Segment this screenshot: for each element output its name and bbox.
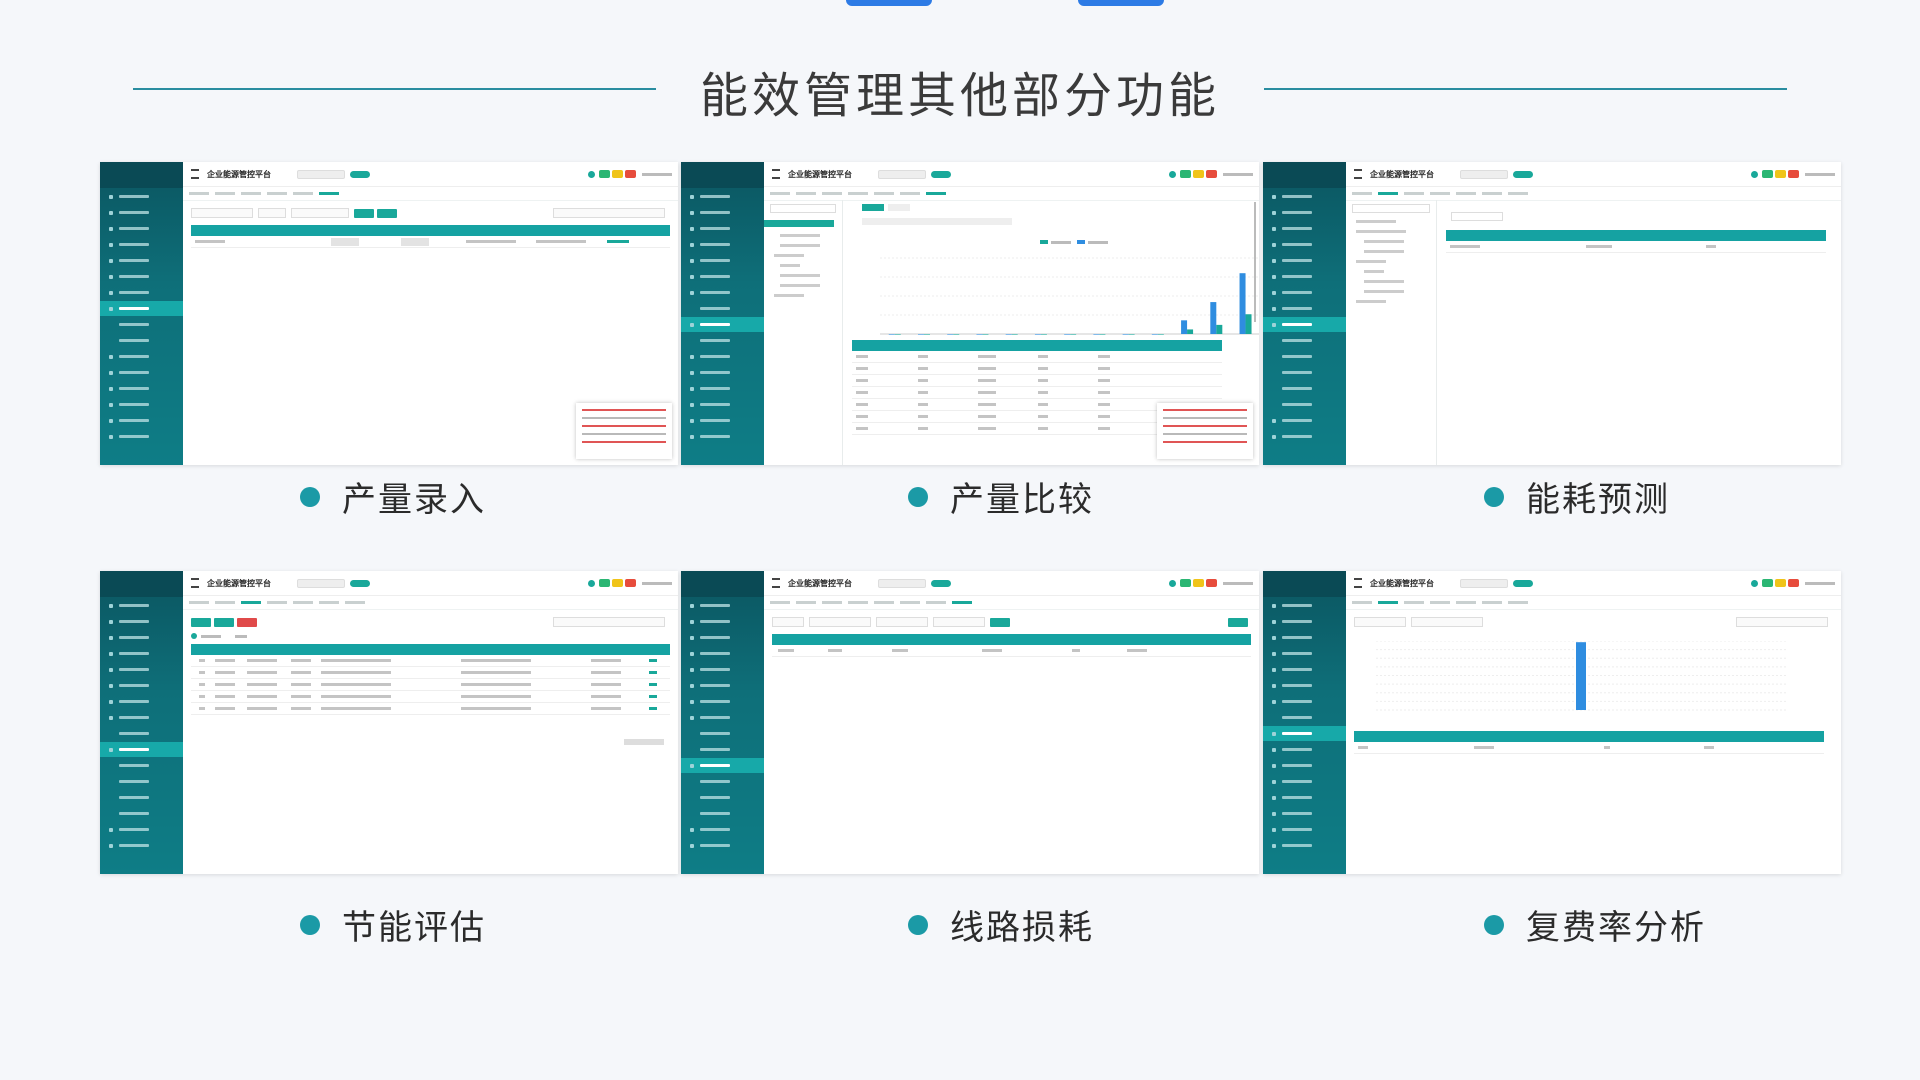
- sidebar: [1263, 162, 1346, 465]
- bullet-icon: [1484, 486, 1504, 507]
- app-title: 企业能源管控平台: [1370, 169, 1434, 179]
- screenshot-production-comparison: 企业能源管控平台: [681, 162, 1259, 465]
- screenshot-energy-forecast: 企业能源管控平台: [1263, 162, 1841, 465]
- bar: [1151, 334, 1158, 335]
- bar: [888, 334, 895, 335]
- app-title: 企业能源管控平台: [207, 169, 271, 179]
- feature-label-multi-rate-analysis: 复费率分析: [1484, 900, 1706, 949]
- production-comparison-chart: [880, 257, 1259, 335]
- bar: [1576, 642, 1586, 710]
- menu-icon[interactable]: [191, 169, 199, 179]
- sidebar: [100, 162, 183, 465]
- bar: [976, 334, 983, 335]
- bar: [982, 334, 989, 335]
- app-title: 企业能源管控平台: [207, 578, 271, 588]
- bar: [1093, 334, 1100, 335]
- screenshot-energy-saving-evaluation: 企业能源管控平台: [100, 571, 678, 874]
- bullet-icon: [908, 486, 928, 507]
- feature-label-energy-saving-evaluation: 节能评估: [300, 900, 486, 949]
- menu-icon[interactable]: [1354, 578, 1362, 588]
- bullet-icon: [300, 914, 320, 935]
- bar: [1187, 329, 1194, 334]
- app-title: 企业能源管控平台: [1370, 578, 1434, 588]
- sidebar: [681, 571, 764, 874]
- app-title: 企业能源管控平台: [788, 578, 852, 588]
- page-title: 能效管理其他部分功能: [699, 68, 1220, 124]
- bar: [1005, 334, 1012, 335]
- sidebar: [681, 162, 764, 465]
- bar: [947, 334, 954, 335]
- screenshot-multi-rate-analysis: 企业能源管控平台: [1263, 571, 1841, 874]
- bullet-icon: [300, 486, 320, 507]
- menu-icon[interactable]: [772, 578, 780, 588]
- menu-icon[interactable]: [1354, 169, 1362, 179]
- sidebar: [100, 571, 183, 874]
- feature-label-production-comparison: 产量比较: [908, 472, 1094, 521]
- multi-rate-chart: [1376, 641, 1786, 711]
- menu-icon[interactable]: [191, 578, 199, 588]
- bar: [1245, 314, 1252, 334]
- bar: [894, 334, 901, 335]
- bullet-icon: [1484, 914, 1504, 935]
- feature-label-production-entry: 产量录入: [300, 472, 486, 521]
- bar: [1157, 334, 1164, 335]
- feature-label-line-loss: 线路损耗: [908, 900, 1094, 949]
- top-tab-right: [1078, 0, 1164, 6]
- title-divider-right: [1264, 88, 1787, 90]
- app-title: 企业能源管控平台: [788, 169, 852, 179]
- top-tab-left: [846, 0, 932, 6]
- status-icon: [588, 170, 595, 178]
- bar: [953, 334, 960, 335]
- bar: [1210, 302, 1217, 334]
- bar: [1070, 334, 1077, 335]
- sidebar: [1263, 571, 1346, 874]
- screenshot-production-entry: 企业能源管控平台: [100, 162, 678, 465]
- bar: [924, 334, 930, 335]
- bar: [1239, 273, 1246, 334]
- menu-icon[interactable]: [772, 169, 780, 179]
- bar: [1099, 334, 1106, 335]
- bar: [1034, 334, 1041, 335]
- bar: [1040, 334, 1047, 335]
- bar: [1064, 334, 1071, 335]
- feature-label-energy-forecast: 能耗预测: [1484, 472, 1670, 521]
- bar: [1216, 324, 1223, 334]
- bar: [1181, 320, 1188, 334]
- bullet-icon: [908, 914, 928, 935]
- bar: [1128, 334, 1135, 335]
- bar: [918, 334, 924, 335]
- bar: [1122, 334, 1129, 335]
- bar: [1011, 334, 1018, 335]
- screenshot-line-loss: 企业能源管控平台: [681, 571, 1259, 874]
